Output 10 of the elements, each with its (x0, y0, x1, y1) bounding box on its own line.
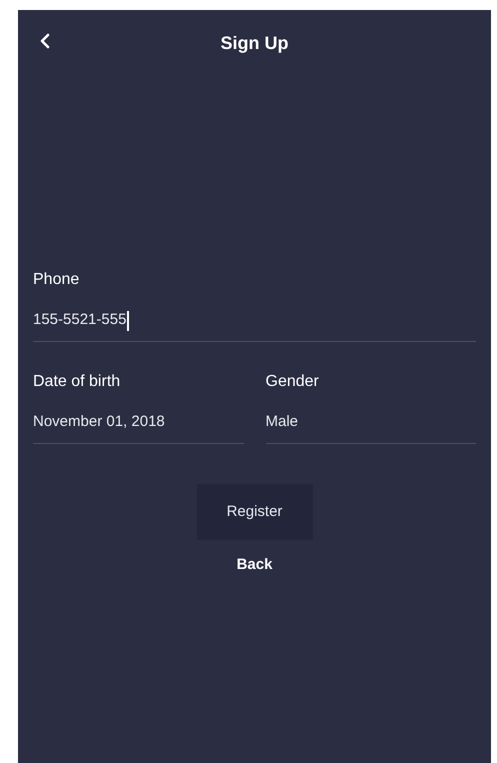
field-label: Date of birth (33, 372, 120, 392)
field-label: Gender (266, 372, 319, 392)
screen-title: Sign Up (220, 32, 288, 55)
input-field[interactable]: 155-5521-555 (33, 310, 476, 342)
input-field[interactable]: November 01, 2018 (33, 412, 244, 444)
register-button[interactable]: Register (196, 484, 312, 540)
back-icon[interactable] (40, 33, 50, 49)
back-button[interactable]: Back (228, 554, 280, 576)
field-label: Phone (33, 270, 80, 290)
input-field[interactable]: Male (266, 412, 476, 444)
